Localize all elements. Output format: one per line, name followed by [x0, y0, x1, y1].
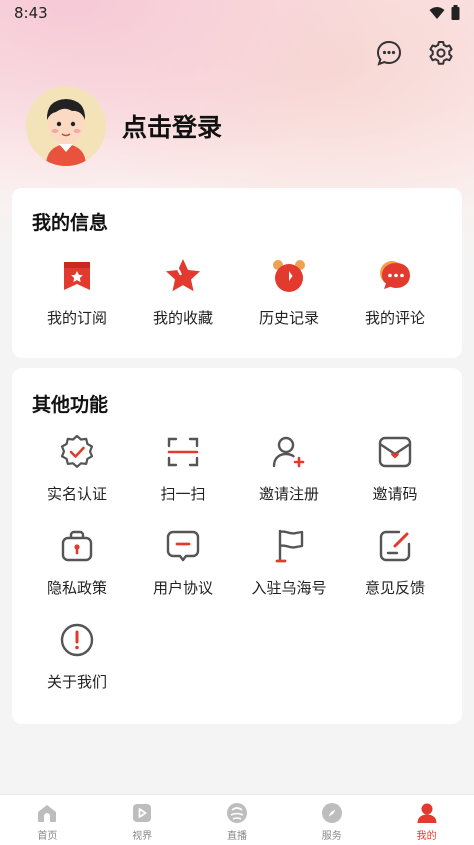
- login-prompt[interactable]: 点击登录: [122, 108, 222, 144]
- settings-button[interactable]: [426, 38, 456, 68]
- lock-bag-icon: [61, 530, 93, 562]
- avatar-illustration-icon: [26, 86, 106, 166]
- real-name-verification-item[interactable]: 实名认证: [24, 432, 130, 504]
- my-favorites-item[interactable]: 我的收藏: [130, 256, 236, 328]
- scan-item[interactable]: 扫一扫: [130, 432, 236, 504]
- tab-vision[interactable]: 视界: [95, 795, 190, 845]
- item-label: 历史记录: [258, 309, 319, 327]
- item-label: 我的收藏: [152, 309, 213, 327]
- edit-icon: [379, 530, 411, 562]
- gear-icon: [429, 41, 453, 65]
- privacy-policy-item[interactable]: 隐私政策: [24, 526, 130, 598]
- item-label: 用户协议: [152, 579, 213, 597]
- tab-label: 视界: [132, 831, 153, 842]
- other-functions-title: 其他功能: [32, 394, 109, 416]
- invite-register-item[interactable]: 邀请注册: [236, 432, 342, 504]
- tab-home[interactable]: 首页: [0, 795, 95, 845]
- wifi-icon: [429, 6, 445, 19]
- feedback-item[interactable]: 意见反馈: [342, 526, 448, 598]
- join-wuhai-item[interactable]: 入驻乌海号: [236, 526, 342, 598]
- alarm-clock-icon: [273, 260, 305, 292]
- tab-label: 直播: [226, 831, 247, 842]
- chat-bubble-icon: [376, 40, 402, 66]
- message-icon: [166, 530, 200, 562]
- item-label: 关于我们: [46, 673, 107, 691]
- avatar[interactable]: [26, 86, 106, 166]
- star-icon: [166, 259, 200, 292]
- my-info-title: 我的信息: [32, 212, 109, 234]
- item-label: 实名认证: [46, 485, 107, 503]
- compass-icon: [321, 803, 342, 823]
- my-comments-item[interactable]: 我的评论: [342, 256, 448, 328]
- flag-icon: [275, 529, 304, 563]
- my-subscription-item[interactable]: 我的订阅: [24, 256, 130, 328]
- status-time: 8:43: [14, 4, 48, 22]
- item-label: 意见反馈: [364, 579, 425, 597]
- my-info-card: 我的信息 我的订阅 我的收藏 历史记录 我的评论: [12, 188, 462, 358]
- verified-badge-icon: [60, 434, 94, 468]
- tab-live[interactable]: 直播: [190, 795, 285, 845]
- item-label: 入驻乌海号: [251, 579, 327, 597]
- item-label: 我的订阅: [46, 309, 107, 327]
- header-actions: [374, 38, 456, 68]
- my-info-grid: 我的订阅 我的收藏 历史记录 我的评论: [24, 256, 448, 328]
- item-label: 扫一扫: [160, 485, 206, 503]
- item-label: 隐私政策: [46, 579, 107, 597]
- status-icons: [429, 5, 460, 20]
- item-label: 我的评论: [364, 309, 425, 327]
- comment-icon: [380, 261, 410, 289]
- user-agreement-item[interactable]: 用户协议: [130, 526, 236, 598]
- other-functions-grid: 实名认证 扫一扫 邀请注册 邀请码 隐私政策 用户协议 入驻乌海号 意见反馈 关…: [24, 432, 448, 692]
- status-bar: 8:43: [0, 0, 474, 26]
- about-us-item[interactable]: 关于我们: [24, 620, 130, 692]
- history-item[interactable]: 历史记录: [236, 256, 342, 328]
- tab-label: 首页: [37, 831, 58, 842]
- tab-label: 服务: [321, 831, 342, 842]
- tab-label: 我的: [416, 831, 437, 842]
- live-icon: [226, 803, 247, 823]
- tab-mine[interactable]: 我的: [379, 795, 474, 845]
- subscription-icon: [64, 262, 90, 290]
- bottom-tab-bar: 首页 视界 直播 服务 我的: [0, 794, 474, 845]
- user-icon: [417, 803, 437, 823]
- item-label: 邀请码: [372, 485, 418, 503]
- mail-heart-icon: [378, 436, 412, 468]
- other-functions-card: 其他功能 实名认证 扫一扫 邀请注册 邀请码 隐私政策 用户协议 入驻乌海号 意…: [12, 368, 462, 724]
- tab-services[interactable]: 服务: [284, 795, 379, 845]
- info-icon: [60, 623, 94, 657]
- message-button[interactable]: [374, 38, 404, 68]
- item-label: 邀请注册: [258, 485, 319, 503]
- scan-icon: [167, 437, 199, 467]
- add-user-icon: [272, 436, 305, 468]
- play-icon: [133, 804, 152, 822]
- battery-icon: [451, 5, 460, 20]
- invite-code-item[interactable]: 邀请码: [342, 432, 448, 504]
- home-icon: [38, 805, 57, 822]
